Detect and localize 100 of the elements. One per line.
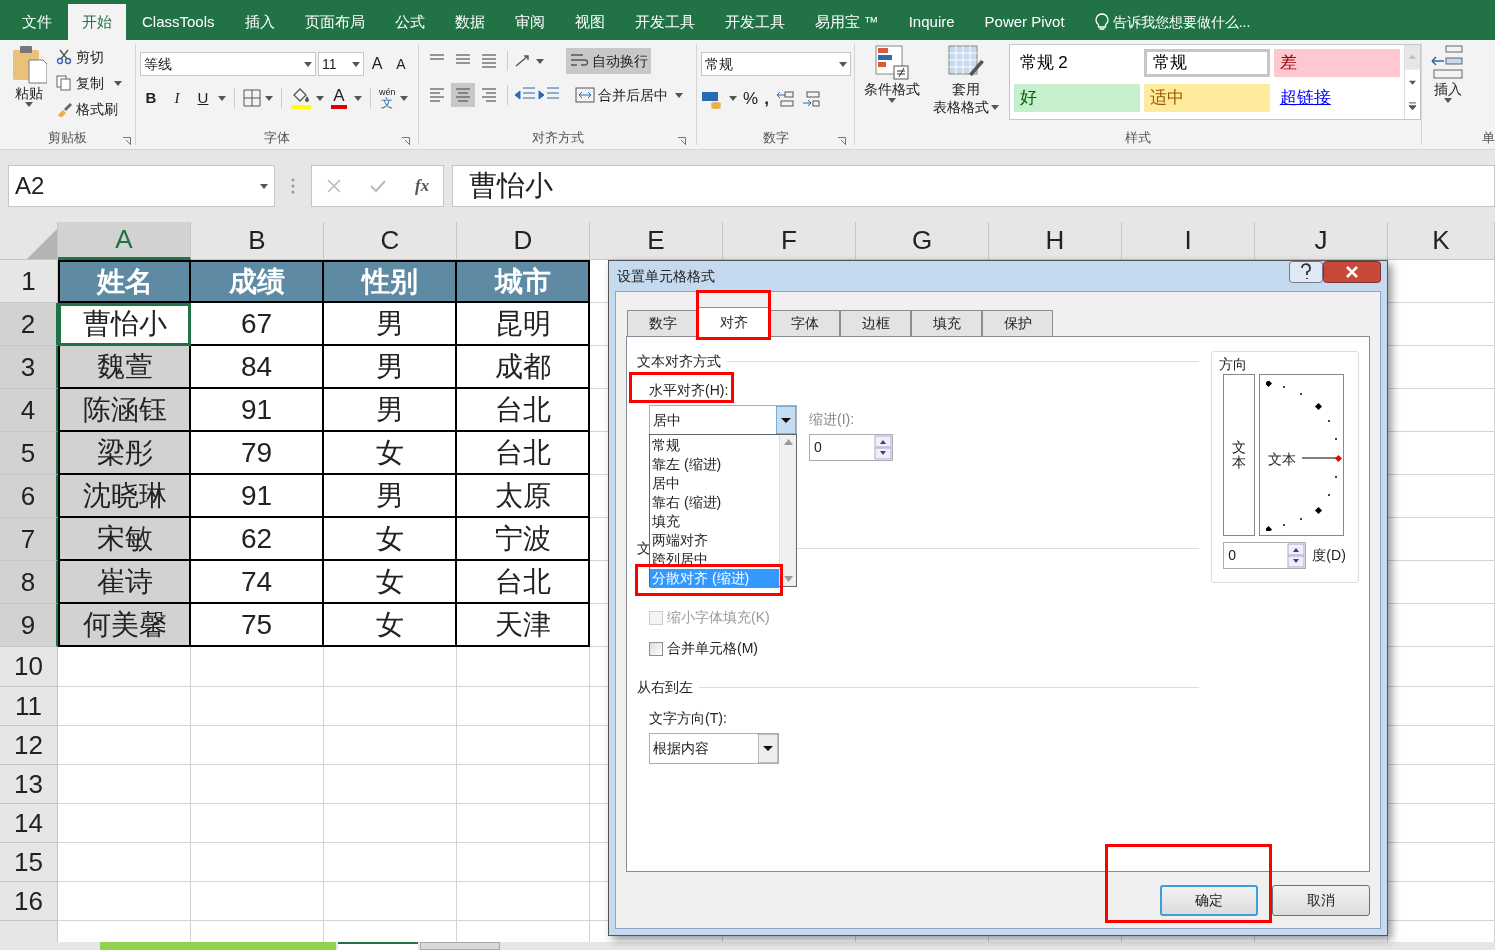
dropdown-arrow-icon[interactable] bbox=[304, 61, 312, 67]
dialog-tab[interactable]: 保护 bbox=[982, 310, 1053, 336]
dropdown-arrow-icon[interactable] bbox=[114, 80, 122, 86]
column-header[interactable]: I bbox=[1122, 222, 1255, 260]
dialog-launcher-icon[interactable] bbox=[678, 137, 686, 145]
dropdown-option[interactable]: 填充 bbox=[650, 512, 779, 531]
horizontal-align-select[interactable]: 居中 bbox=[649, 405, 797, 435]
row-header[interactable]: 13 bbox=[0, 765, 58, 804]
copy-button[interactable]: 复制 bbox=[56, 72, 122, 94]
row-header[interactable]: 1 bbox=[0, 260, 58, 303]
wrap-text-button[interactable]: 自动换行 bbox=[566, 48, 651, 74]
row-header[interactable]: 9 bbox=[0, 604, 58, 647]
font-size-field[interactable]: 11 bbox=[318, 52, 364, 76]
indent-field[interactable]: 0 bbox=[809, 434, 893, 461]
font-color-button[interactable]: A bbox=[328, 86, 350, 110]
insert-cells-button[interactable]: 插入 bbox=[1430, 44, 1466, 103]
row-header[interactable]: 3 bbox=[0, 346, 58, 389]
italic-button[interactable]: I bbox=[166, 86, 188, 110]
dropdown-option[interactable]: 居中 bbox=[650, 474, 779, 493]
cut-button[interactable]: 剪切 bbox=[56, 46, 122, 68]
insert-function-button[interactable]: fx bbox=[415, 173, 430, 199]
increase-decimal-icon[interactable] bbox=[774, 88, 795, 109]
dropdown-arrow-icon[interactable] bbox=[729, 96, 737, 102]
cell-style-item[interactable]: 好 bbox=[1013, 84, 1140, 112]
column-header[interactable]: J bbox=[1255, 222, 1388, 260]
underline-button[interactable]: U bbox=[192, 86, 214, 110]
dialog-button[interactable]: 确定 bbox=[1160, 884, 1258, 916]
dialog-tab[interactable]: 边框 bbox=[840, 310, 911, 336]
dropdown-arrow-icon[interactable] bbox=[536, 58, 544, 64]
row-header[interactable]: 8 bbox=[0, 561, 58, 604]
dropdown-option[interactable]: 常规 bbox=[650, 436, 779, 455]
checkmark-icon[interactable] bbox=[369, 178, 388, 194]
row-header[interactable]: 4 bbox=[0, 389, 58, 432]
row-header[interactable]: 5 bbox=[0, 432, 58, 475]
comma-button[interactable]: , bbox=[764, 86, 769, 112]
ribbon-tab[interactable]: 开发工具 bbox=[710, 4, 799, 40]
ribbon-tab[interactable]: 开始 bbox=[68, 4, 126, 40]
dropdown-option[interactable]: 靠右 (缩进) bbox=[650, 493, 779, 512]
name-box[interactable]: A2 bbox=[8, 165, 275, 207]
font-name-field[interactable]: 等线 bbox=[140, 52, 316, 76]
dropdown-arrow-icon[interactable] bbox=[260, 183, 268, 189]
tell-me-search[interactable]: 告诉我您想要做什么... bbox=[1112, 11, 1251, 33]
column-header[interactable]: B bbox=[191, 222, 324, 260]
column-header[interactable]: E bbox=[590, 222, 723, 260]
row-header[interactable]: 12 bbox=[0, 726, 58, 765]
ribbon-tab[interactable]: 文件 bbox=[8, 4, 66, 40]
dialog-tab[interactable]: 填充 bbox=[911, 310, 982, 336]
cell-style-item[interactable]: 差 bbox=[1273, 49, 1400, 77]
ribbon-tab[interactable]: 插入 bbox=[230, 4, 289, 40]
dropdown-arrow-icon[interactable] bbox=[887, 98, 896, 103]
row-header[interactable]: 10 bbox=[0, 647, 58, 687]
shrink-font-button[interactable]: A bbox=[390, 52, 412, 76]
dialog-launcher-icon[interactable] bbox=[402, 137, 410, 145]
column-header[interactable]: F bbox=[723, 222, 856, 260]
dialog-button[interactable]: 取消 bbox=[1272, 884, 1370, 916]
dropdown-arrow-icon[interactable] bbox=[675, 92, 683, 98]
checkbox-option[interactable]: 合并单元格(M) bbox=[649, 638, 1200, 659]
row-header[interactable]: 15 bbox=[0, 843, 58, 882]
ribbon-tab[interactable]: 开发工具 bbox=[620, 4, 709, 40]
ribbon-tab[interactable]: Inquire bbox=[894, 4, 969, 40]
spinner-arrows-icon[interactable] bbox=[1287, 543, 1306, 568]
dropdown-arrow-icon[interactable] bbox=[316, 95, 324, 101]
row-header[interactable]: 14 bbox=[0, 804, 58, 843]
paste-button[interactable]: 粘贴 bbox=[8, 44, 50, 127]
column-header[interactable]: H bbox=[989, 222, 1122, 260]
column-header[interactable]: C bbox=[324, 222, 457, 260]
column-header[interactable]: D bbox=[457, 222, 590, 260]
dialog-tab[interactable]: 字体 bbox=[769, 310, 840, 336]
vertical-text-option[interactable]: 文本 bbox=[1223, 374, 1256, 536]
column-header[interactable]: G bbox=[856, 222, 989, 260]
sheet-tab[interactable] bbox=[338, 942, 418, 950]
grow-font-button[interactable]: A bbox=[366, 52, 388, 76]
row-header[interactable]: 11 bbox=[0, 687, 58, 726]
ribbon-tab[interactable]: Power Pivot bbox=[970, 4, 1079, 40]
ribbon-tab[interactable]: 数据 bbox=[440, 4, 499, 40]
phonetic-button[interactable]: wén 文 bbox=[379, 86, 396, 110]
ribbon-tab[interactable]: 审阅 bbox=[500, 4, 559, 40]
dropdown-arrow-icon[interactable] bbox=[758, 734, 778, 763]
ribbon-tab[interactable]: 页面布局 bbox=[290, 4, 379, 40]
row-header[interactable]: 2 bbox=[0, 303, 58, 346]
dropdown-arrow-icon[interactable] bbox=[352, 61, 360, 67]
format-as-table-button[interactable]: 套用 表格格式 bbox=[928, 44, 1003, 116]
percent-button[interactable]: % bbox=[743, 86, 759, 112]
column-header[interactable]: K bbox=[1388, 222, 1495, 260]
ribbon-tab[interactable]: 视图 bbox=[560, 4, 619, 40]
dialog-tab[interactable]: 数字 bbox=[627, 310, 698, 336]
dialog-launcher-icon[interactable] bbox=[838, 137, 846, 145]
row-header[interactable]: 7 bbox=[0, 518, 58, 561]
column-header[interactable]: A bbox=[58, 222, 191, 260]
dropdown-arrow-icon[interactable] bbox=[839, 61, 847, 67]
fill-color-icon[interactable] bbox=[290, 87, 312, 109]
checkbox[interactable] bbox=[649, 641, 663, 656]
dropdown-arrow-icon[interactable] bbox=[1444, 98, 1452, 103]
dropdown-arrow-icon[interactable] bbox=[990, 104, 999, 110]
bold-button[interactable]: B bbox=[140, 86, 162, 110]
ribbon-tab[interactable]: ClassTools bbox=[128, 4, 229, 40]
row-header[interactable]: 6 bbox=[0, 475, 58, 518]
dropdown-arrow-icon[interactable] bbox=[354, 95, 362, 101]
dropdown-arrow-icon[interactable] bbox=[776, 406, 796, 434]
dropdown-arrow-icon[interactable] bbox=[218, 95, 226, 101]
